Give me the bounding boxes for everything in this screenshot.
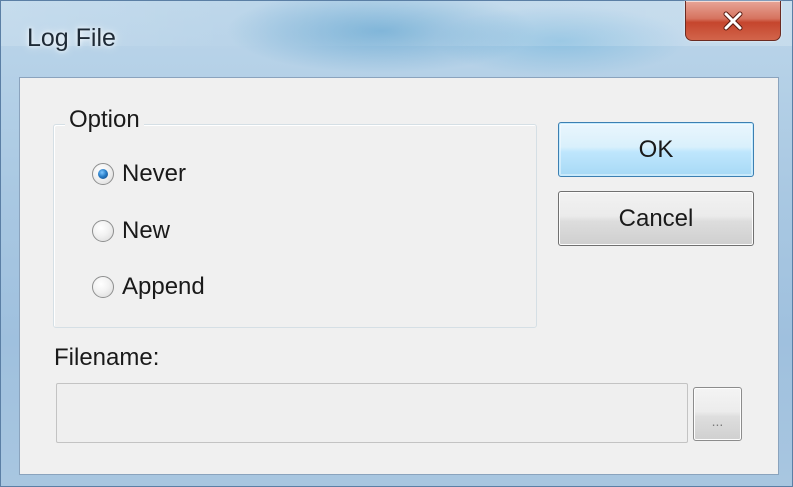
- window-title: Log File: [27, 24, 116, 52]
- radio-append[interactable]: Append: [92, 271, 205, 303]
- radio-new[interactable]: New: [92, 215, 170, 247]
- close-button[interactable]: [685, 1, 781, 41]
- radio-unchecked-icon[interactable]: [92, 220, 114, 242]
- radio-label-new: New: [122, 217, 171, 244]
- filename-label: Filename:: [54, 344, 160, 371]
- cancel-button[interactable]: Cancel: [558, 191, 754, 246]
- option-groupbox-legend: Option: [65, 106, 144, 134]
- radio-label-append: Append: [122, 273, 205, 300]
- close-icon: [722, 11, 744, 31]
- radio-label-never: Never: [122, 160, 187, 187]
- ok-button[interactable]: OK: [558, 122, 754, 177]
- radio-unchecked-icon[interactable]: [92, 276, 114, 298]
- dialog-window: Log File Option Never New Append OK Canc…: [0, 0, 793, 487]
- radio-never[interactable]: Never: [92, 158, 186, 190]
- dialog-client-area: Option Never New Append OK Cancel Filena…: [19, 77, 779, 475]
- browse-button[interactable]: ...: [693, 387, 742, 441]
- filename-input[interactable]: [56, 383, 688, 443]
- radio-checked-icon[interactable]: [92, 163, 114, 185]
